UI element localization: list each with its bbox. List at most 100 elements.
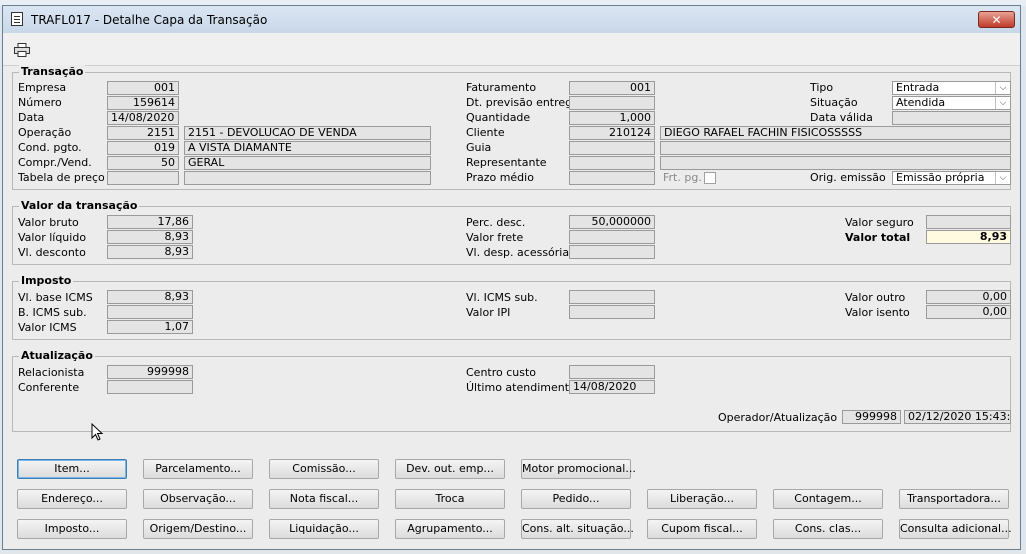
cupom-fiscal-button[interactable]: Cupom fiscal... <box>647 519 757 539</box>
printer-icon[interactable] <box>14 43 30 57</box>
valor-bruto-field[interactable]: 17,86 <box>107 215 193 229</box>
label-numero: Número <box>18 96 62 109</box>
close-button[interactable]: ✕ <box>978 11 1015 28</box>
perc-desc-field[interactable]: 50,000000 <box>569 215 655 229</box>
title-bar: TRAFL017 - Detalhe Capa da Transação ✕ <box>3 6 1020 33</box>
frt-pg-checkbox[interactable] <box>704 172 716 184</box>
label-valor-isento: Valor isento <box>845 306 910 319</box>
label-faturamento: Faturamento <box>466 81 537 94</box>
liquidacao-button[interactable]: Liquidação... <box>269 519 379 539</box>
valor-ipi-field[interactable] <box>569 305 655 319</box>
valor-liquido-field[interactable]: 8,93 <box>107 230 193 244</box>
dt-previsao-field[interactable] <box>569 96 655 110</box>
situacao-select[interactable]: Atendida ⌵ <box>892 96 1011 110</box>
vl-icms-sub-field[interactable] <box>569 290 655 304</box>
nota-fiscal-button[interactable]: Nota fiscal... <box>269 489 379 509</box>
imposto-button[interactable]: Imposto... <box>17 519 127 539</box>
guia-name-field[interactable] <box>660 141 1011 155</box>
numero-field[interactable]: 159614 <box>107 96 179 110</box>
observacao-button[interactable]: Observação... <box>143 489 253 509</box>
parcelamento-button[interactable]: Parcelamento... <box>143 459 253 479</box>
relacionista-field[interactable]: 999998 <box>107 365 193 379</box>
vl-desconto-field[interactable]: 8,93 <box>107 245 193 259</box>
window-title: TRAFL017 - Detalhe Capa da Transação <box>31 13 268 27</box>
endereco-button[interactable]: Endereço... <box>17 489 127 509</box>
situacao-value: Atendida <box>896 96 946 109</box>
toolbar <box>3 33 1020 66</box>
empresa-field[interactable]: 001 <box>107 81 179 95</box>
operador-code-field[interactable]: 999998 <box>842 410 901 424</box>
group-title: Imposto <box>19 274 74 287</box>
cliente-code-field[interactable]: 210124 <box>569 126 655 140</box>
label-compr-vend: Compr./Vend. <box>18 156 92 169</box>
operacao-desc-field[interactable]: 2151 - DEVOLUCAO DE VENDA <box>184 126 431 140</box>
label-cond-pgto: Cond. pgto. <box>18 141 82 154</box>
valor-isento-field[interactable]: 0,00 <box>926 305 1011 319</box>
cond-pgto-code-field[interactable]: 019 <box>107 141 179 155</box>
group-title: Transação <box>19 65 86 78</box>
label-situacao: Situação <box>810 96 858 109</box>
tipo-select[interactable]: Entrada ⌵ <box>892 81 1011 95</box>
tabela-preco-code-field[interactable] <box>107 171 179 185</box>
guia-code-field[interactable] <box>569 141 655 155</box>
item-button[interactable]: Item... <box>17 459 127 479</box>
comissao-button[interactable]: Comissão... <box>269 459 379 479</box>
representante-code-field[interactable] <box>569 156 655 170</box>
consulta-adicional-button[interactable]: Consulta adicional... <box>899 519 1012 539</box>
label-perc-desc: Perc. desc. <box>466 216 526 229</box>
label-data: Data <box>18 111 45 124</box>
valor-icms-field[interactable]: 1,07 <box>107 320 193 334</box>
liberacao-button[interactable]: Liberação... <box>647 489 757 509</box>
label-valor-frete: Valor frete <box>466 231 524 244</box>
data-valida-field[interactable] <box>892 111 1011 125</box>
prazo-medio-field[interactable] <box>569 171 655 185</box>
cond-pgto-desc-field[interactable]: A VISTA DIAMANTE <box>184 141 431 155</box>
b-icms-sub-field[interactable] <box>107 305 193 319</box>
vl-desp-acessoria-field[interactable] <box>569 245 655 259</box>
contagem-button[interactable]: Contagem... <box>773 489 883 509</box>
agrupamento-button[interactable]: Agrupamento... <box>395 519 505 539</box>
troca-button[interactable]: Troca <box>395 489 505 509</box>
mouse-pointer-icon <box>91 423 104 441</box>
pedido-button[interactable]: Pedido... <box>521 489 631 509</box>
label-valor-bruto: Valor bruto <box>18 216 79 229</box>
faturamento-field[interactable]: 001 <box>569 81 655 95</box>
label-quantidade: Quantidade <box>466 111 531 124</box>
valor-total-field[interactable]: 8,93 <box>926 230 1011 244</box>
motor-promocional-button[interactable]: Motor promocional... <box>521 459 636 479</box>
group-transacao: Transação Empresa 001 Número 159614 Data… <box>12 65 1011 190</box>
quantidade-field[interactable]: 1,000 <box>569 111 655 125</box>
label-valor-icms: Valor ICMS <box>18 321 77 334</box>
compr-vend-desc-field[interactable]: GERAL <box>184 156 431 170</box>
label-valor-total: Valor total <box>845 231 911 244</box>
cons-alt-situacao-button[interactable]: Cons. alt. situação... <box>521 519 634 539</box>
representante-name-field[interactable] <box>660 156 1011 170</box>
ultimo-atendimento-field[interactable]: 14/08/2020 <box>569 380 655 394</box>
close-icon: ✕ <box>991 13 1002 27</box>
cliente-name-field[interactable]: DIEGO RAFAEL FACHIN FISICOSSSSS <box>660 126 1011 140</box>
transportadora-button[interactable]: Transportadora... <box>899 489 1009 509</box>
centro-custo-field[interactable] <box>569 365 655 379</box>
dialog-window: TRAFL017 - Detalhe Capa da Transação ✕ T… <box>2 5 1021 550</box>
label-relacionista: Relacionista <box>18 366 85 379</box>
conferente-field[interactable] <box>107 380 193 394</box>
label-representante: Representante <box>466 156 547 169</box>
group-atualizacao: Atualização Relacionista 999998 Conferen… <box>12 349 1011 432</box>
valor-frete-field[interactable] <box>569 230 655 244</box>
valor-outro-field[interactable]: 0,00 <box>926 290 1011 304</box>
cons-clas-button[interactable]: Cons. clas... <box>773 519 883 539</box>
operacao-code-field[interactable]: 2151 <box>107 126 179 140</box>
data-field[interactable]: 14/08/2020 <box>107 111 179 125</box>
chevron-down-icon: ⌵ <box>995 97 1010 109</box>
label-dt-previsao: Dt. previsão entrega <box>466 96 579 109</box>
dev-out-emp-button[interactable]: Dev. out. emp... <box>395 459 505 479</box>
orig-emissao-select[interactable]: Emissão própria ⌵ <box>892 171 1011 185</box>
group-imposto: Imposto Vl. base ICMS 8,93 B. ICMS sub. … <box>12 274 1011 340</box>
vl-base-icms-field[interactable]: 8,93 <box>107 290 193 304</box>
compr-vend-code-field[interactable]: 50 <box>107 156 179 170</box>
operador-datetime-field[interactable]: 02/12/2020 15:43:06 <box>904 410 1011 424</box>
label-vl-icms-sub: Vl. ICMS sub. <box>466 291 538 304</box>
tabela-preco-desc-field[interactable] <box>184 171 431 185</box>
origem-destino-button[interactable]: Origem/Destino... <box>143 519 253 539</box>
valor-seguro-field[interactable] <box>926 215 1011 229</box>
